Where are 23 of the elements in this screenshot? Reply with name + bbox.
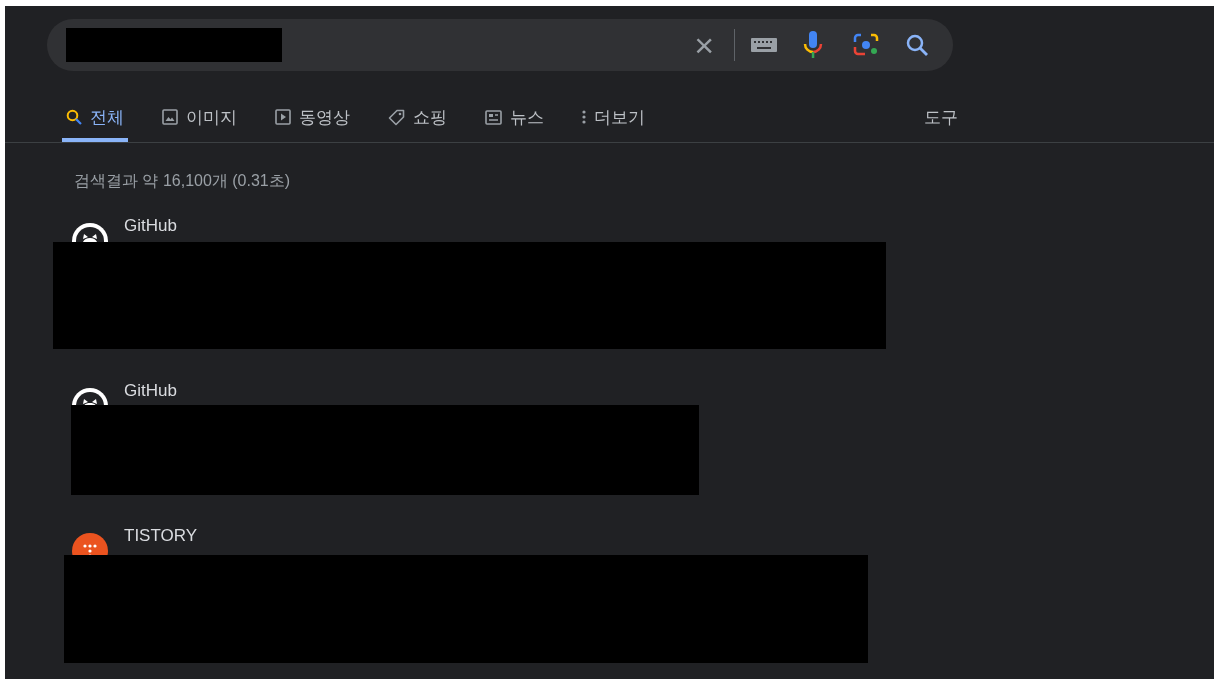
more-icon — [582, 109, 586, 126]
tag-icon — [388, 108, 405, 126]
newspaper-icon — [485, 109, 502, 125]
result-stats: 검색결과 약 16,100개 (0.31초) — [74, 171, 292, 191]
tools-tab[interactable]: 도구 — [924, 104, 958, 142]
search-icon — [66, 109, 82, 126]
camera-lens-icon[interactable] — [853, 33, 879, 57]
clear-button[interactable]: × — [690, 28, 718, 62]
nav-tab[interactable]: 뉴스 — [481, 104, 548, 142]
result-source[interactable]: GitHub — [124, 215, 177, 237]
keyboard-icon[interactable] — [751, 38, 777, 52]
image-icon — [162, 109, 178, 126]
nav-tab[interactable]: 전체 — [62, 104, 128, 142]
result-source[interactable]: TISTORY — [124, 525, 198, 547]
nav-tab[interactable]: 쇼핑 — [384, 104, 451, 142]
nav-tab[interactable]: 동영상 — [271, 104, 354, 142]
play-icon — [275, 109, 291, 126]
nav-tab[interactable]: 이미지 — [158, 104, 241, 142]
search-icon[interactable] — [905, 33, 929, 57]
nav-tab[interactable]: 더보기 — [578, 104, 649, 142]
result-source[interactable]: GitHub — [124, 380, 177, 402]
microphone-icon[interactable] — [803, 31, 823, 59]
search-bar[interactable]: × — [47, 19, 953, 71]
